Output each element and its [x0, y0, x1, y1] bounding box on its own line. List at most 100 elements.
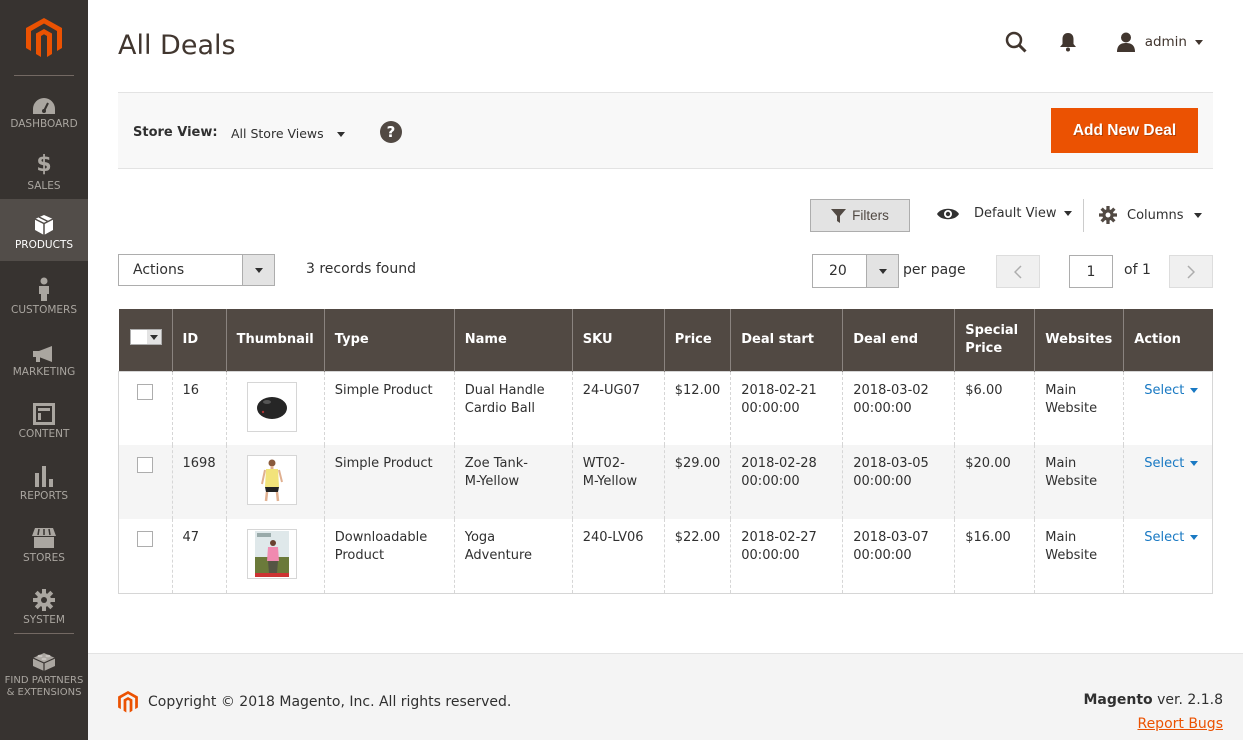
product-thumbnail-cardio-ball[interactable] — [246, 381, 297, 432]
sidebar-item-reports[interactable]: REPORTS — [0, 450, 88, 512]
column-header-deal-end[interactable]: Deal end — [842, 309, 955, 371]
row-select-cell — [119, 519, 173, 593]
date: 2018-02-28 — [741, 456, 817, 471]
table-row: 47 Downloadable Product Yoga Adventure 24… — [119, 519, 1213, 593]
row-action-select[interactable]: Select — [1144, 382, 1199, 398]
row-action-select[interactable]: Select — [1144, 456, 1199, 471]
time: 00:00:00 — [741, 474, 800, 489]
layout-icon — [33, 399, 55, 425]
chevron-down-icon — [1190, 387, 1199, 393]
row-checkbox[interactable] — [137, 457, 153, 473]
sidebar-item-label: DASHBOARD — [10, 117, 78, 130]
sidebar-item-label: STORES — [23, 551, 65, 564]
type-text: Downloadable — [334, 530, 428, 545]
row-checkbox[interactable] — [137, 383, 153, 400]
previous-page-button[interactable] — [996, 255, 1040, 288]
view-switcher[interactable]: Default View — [936, 206, 1073, 221]
mass-actions-label: Actions — [133, 262, 185, 278]
sidebar-item-label: SALES — [27, 179, 61, 192]
row-action-select[interactable]: Select — [1144, 530, 1199, 545]
toolbar-divider — [1083, 199, 1084, 232]
next-page-button[interactable] — [1169, 255, 1213, 288]
header-actions: admin — [1004, 30, 1203, 54]
report-bugs-link[interactable]: Report Bugs — [1137, 716, 1223, 732]
column-header-price[interactable]: Price — [663, 309, 731, 371]
column-header-deal-start[interactable]: Deal start — [730, 309, 843, 371]
magento-logo[interactable] — [0, 0, 88, 75]
mass-actions-dropdown[interactable]: Actions — [118, 254, 275, 286]
per-page-select[interactable]: 20 — [812, 254, 899, 288]
records-found: 3 records found — [306, 261, 416, 277]
sidebar-item-system[interactable]: SYSTEM — [0, 574, 88, 636]
time: 00:00:00 — [853, 400, 912, 416]
store-view-switcher[interactable]: All Store Views — [231, 126, 345, 141]
total-pages: of 1 — [1124, 262, 1151, 278]
view-label: Default View — [974, 206, 1057, 221]
lego-block-icon — [32, 648, 56, 672]
cell-websites: Main Website — [1034, 519, 1124, 593]
mass-select-checkbox[interactable] — [129, 329, 162, 346]
sidebar-item-label: FIND PARTNERS — [4, 674, 84, 686]
sidebar-item-marketing[interactable]: MARKETING — [0, 326, 88, 388]
column-header-id[interactable]: ID — [171, 309, 227, 371]
version-info: Magento ver. 2.1.8 — [1083, 692, 1223, 708]
select-label: Select — [1144, 382, 1185, 398]
date: 2018-02-21 — [741, 382, 817, 398]
sidebar-item-dashboard[interactable]: DASHBOARD — [0, 78, 88, 140]
select-label: Select — [1144, 530, 1185, 545]
cell-deal-end: 2018-03-02 00:00:00 — [842, 371, 955, 445]
store-view-label: Store View: — [133, 125, 218, 140]
row-checkbox[interactable] — [137, 531, 153, 547]
sidebar-item-label: REPORTS — [19, 489, 69, 502]
date: 2018-03-05 — [853, 456, 929, 471]
sidebar-item-find-partners[interactable]: FIND PARTNERS & EXTENSIONS — [0, 638, 88, 708]
user-icon — [1116, 32, 1135, 52]
admin-user-menu[interactable]: admin — [1116, 32, 1203, 52]
cell-price: $29.00 — [663, 445, 731, 519]
admin-username: admin — [1144, 34, 1187, 50]
chevron-down-icon[interactable] — [866, 255, 898, 287]
box-icon — [34, 210, 54, 236]
time: 00:00:00 — [853, 548, 912, 563]
website-text: Main — [1045, 382, 1077, 398]
help-icon[interactable]: ? — [380, 121, 402, 143]
column-header-type[interactable]: Type — [323, 309, 455, 371]
date: 2018-02-27 — [741, 530, 817, 545]
copyright-text: Copyright © 2018 Magento, Inc. All right… — [148, 694, 512, 710]
sidebar-divider — [14, 75, 74, 76]
cell-price: $22.00 — [663, 519, 731, 593]
page-title: All Deals — [118, 30, 236, 61]
chevron-down-icon — [1193, 212, 1202, 218]
cell-deal-end: 2018-03-05 00:00:00 — [842, 445, 955, 519]
column-header-special-price[interactable]: Special Price — [954, 309, 1035, 371]
sidebar-item-content[interactable]: CONTENT — [0, 388, 88, 450]
magento-logo-icon — [118, 691, 138, 713]
sidebar-item-customers[interactable]: CUSTOMERS — [0, 264, 88, 326]
cell-websites: Main Website — [1034, 371, 1124, 445]
column-header-websites[interactable]: Websites — [1034, 309, 1124, 371]
chevron-left-icon — [1014, 264, 1022, 279]
column-header-sku[interactable]: SKU — [571, 309, 665, 371]
bell-icon[interactable] — [1056, 30, 1080, 54]
table-row: 16 Simple Product Dual Handle Cardio Bal… — [119, 371, 1213, 445]
name-text: M-Yellow — [464, 474, 520, 489]
column-header-name[interactable]: Name — [453, 309, 573, 371]
current-page-input[interactable] — [1069, 255, 1113, 288]
chevron-down-icon — [1064, 211, 1073, 216]
add-new-deal-button[interactable]: Add New Deal — [1051, 108, 1198, 153]
chevron-down-icon — [242, 255, 274, 285]
cell-special-price: $6.00 — [954, 371, 1035, 445]
search-icon[interactable] — [1004, 30, 1028, 54]
filters-button[interactable]: Filters — [810, 199, 910, 232]
sidebar-item-stores[interactable]: STORES — [0, 512, 88, 574]
cell-type: Simple Product — [323, 371, 455, 445]
cell-thumbnail — [225, 445, 325, 519]
sidebar-item-sales[interactable]: $ SALES — [0, 140, 88, 202]
main-content: All Deals admin Store View: All Store Vi… — [88, 0, 1243, 740]
product-thumbnail-yoga-dvd[interactable] — [246, 529, 297, 579]
sidebar-item-products[interactable]: PRODUCTS — [0, 199, 88, 261]
product-thumbnail-tank-top[interactable] — [246, 455, 297, 505]
columns-control[interactable]: Columns — [1099, 206, 1202, 224]
select-label: Select — [1144, 456, 1185, 471]
column-header-action: Action — [1123, 309, 1213, 371]
